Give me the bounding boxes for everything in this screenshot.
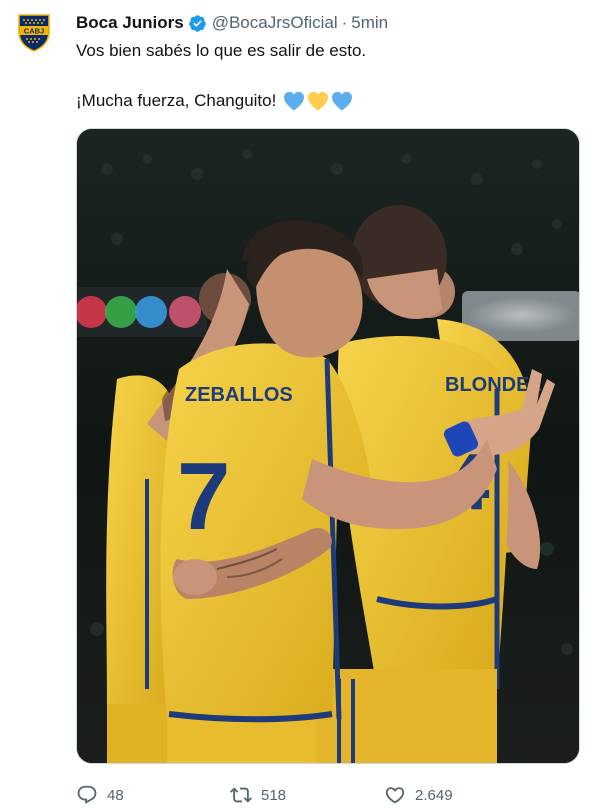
tweet-time[interactable]: 5min: [351, 12, 388, 34]
boca-crest-icon: CABJ: [18, 14, 50, 52]
tweet-line-2-row: ¡Mucha fuerza, Changuito!: [76, 90, 581, 112]
reply-count: 48: [107, 786, 124, 804]
tweet-photo[interactable]: 11 BLONDEL 4: [76, 128, 580, 764]
like-button[interactable]: 2.649: [384, 782, 453, 808]
avatar-text: CABJ: [24, 27, 44, 36]
reply-icon: [77, 785, 97, 804]
author-name[interactable]: Boca Juniors: [76, 12, 184, 34]
tweet-actions: 48 518 2.649: [76, 782, 587, 808]
tweet-header: Boca Juniors @BocaJrsOficial · 5min: [76, 12, 587, 34]
tweet-text: Vos bien sabés lo que es salir de esto. …: [76, 40, 581, 112]
retweet-button[interactable]: 518: [230, 782, 286, 808]
tweet-line-1: Vos bien sabés lo que es salir de esto.: [76, 41, 367, 60]
jersey-name-zeballos: ZEBALLOS: [185, 384, 293, 406]
retweet-count: 518: [261, 786, 287, 804]
retweet-icon: [230, 787, 252, 803]
avatar[interactable]: CABJ: [14, 12, 54, 52]
like-count: 2.649: [415, 786, 453, 804]
author-handle[interactable]: @BocaJrsOficial: [212, 12, 338, 34]
verified-badge-icon: [188, 14, 206, 32]
players-embrace-image: 11 BLONDEL 4: [77, 129, 579, 763]
blue-heart-icon: [284, 91, 305, 111]
heart-emojis: [283, 91, 353, 111]
heart-icon: [385, 787, 405, 804]
yellow-heart-icon: [308, 91, 329, 111]
jersey-number-7: 7: [177, 443, 230, 550]
reply-button[interactable]: 48: [76, 782, 124, 808]
tweet[interactable]: CABJ Boca Juniors @BocaJrsOficial · 5min…: [0, 0, 597, 811]
separator-dot: ·: [341, 13, 348, 32]
tweet-line-2: ¡Mucha fuerza, Changuito!: [76, 91, 277, 110]
blue-heart-icon: [332, 91, 353, 111]
